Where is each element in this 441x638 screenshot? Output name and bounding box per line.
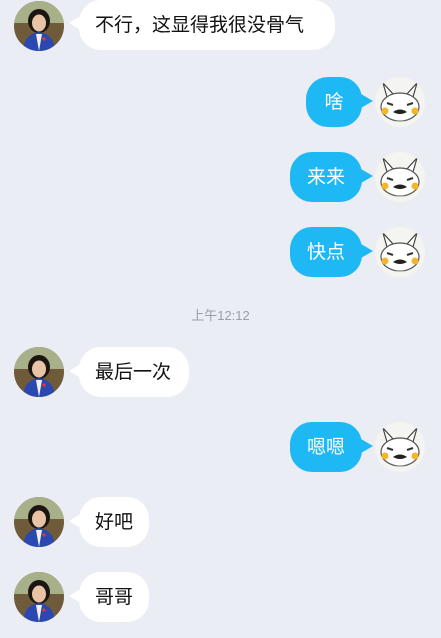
message-text: 哥哥 — [95, 585, 134, 608]
chat-window: 不行，这显得我很没骨气 啥 来来 快点 上午12:12 最后一次 嗯嗯 好吧 哥… — [0, 0, 441, 638]
message-bubble[interactable]: 最后一次 — [79, 347, 189, 397]
message-bubble[interactable]: 快点 — [290, 227, 362, 277]
bubble-tail — [361, 94, 373, 108]
girl-avatar-icon — [14, 347, 64, 397]
message-text: 啥 — [324, 90, 344, 113]
contact-avatar[interactable] — [14, 497, 64, 547]
message-bubble[interactable]: 啥 — [306, 77, 362, 127]
girl-avatar-icon — [14, 1, 64, 51]
message-text: 嗯嗯 — [306, 435, 345, 458]
girl-avatar-icon — [14, 572, 64, 622]
bubble-tail — [361, 244, 373, 258]
self-avatar[interactable] — [375, 77, 425, 127]
message-text: 快点 — [306, 240, 345, 263]
contact-avatar[interactable] — [14, 572, 64, 622]
pikachu-avatar-icon — [375, 77, 425, 127]
contact-avatar[interactable] — [14, 1, 64, 51]
bubble-tail — [361, 439, 373, 453]
message-bubble[interactable]: 哥哥 — [79, 572, 149, 622]
self-avatar[interactable] — [375, 422, 425, 472]
girl-avatar-icon — [14, 497, 64, 547]
bubble-tail — [361, 169, 373, 183]
message-text: 好吧 — [95, 510, 134, 533]
pikachu-avatar-icon — [375, 152, 425, 202]
message-bubble[interactable]: 来来 — [290, 152, 362, 202]
message-text: 不行，这显得我很没骨气 — [95, 13, 305, 36]
message-bubble[interactable]: 嗯嗯 — [290, 422, 362, 472]
self-avatar[interactable] — [375, 227, 425, 277]
message-text: 来来 — [306, 165, 345, 188]
message-bubble[interactable]: 不行，这显得我很没骨气 — [79, 0, 335, 50]
pikachu-avatar-icon — [375, 422, 425, 472]
contact-avatar[interactable] — [14, 347, 64, 397]
message-bubble[interactable]: 好吧 — [79, 497, 149, 547]
self-avatar[interactable] — [375, 152, 425, 202]
pikachu-avatar-icon — [375, 227, 425, 277]
message-timestamp: 上午12:12 — [191, 308, 250, 323]
message-text: 最后一次 — [95, 360, 172, 383]
